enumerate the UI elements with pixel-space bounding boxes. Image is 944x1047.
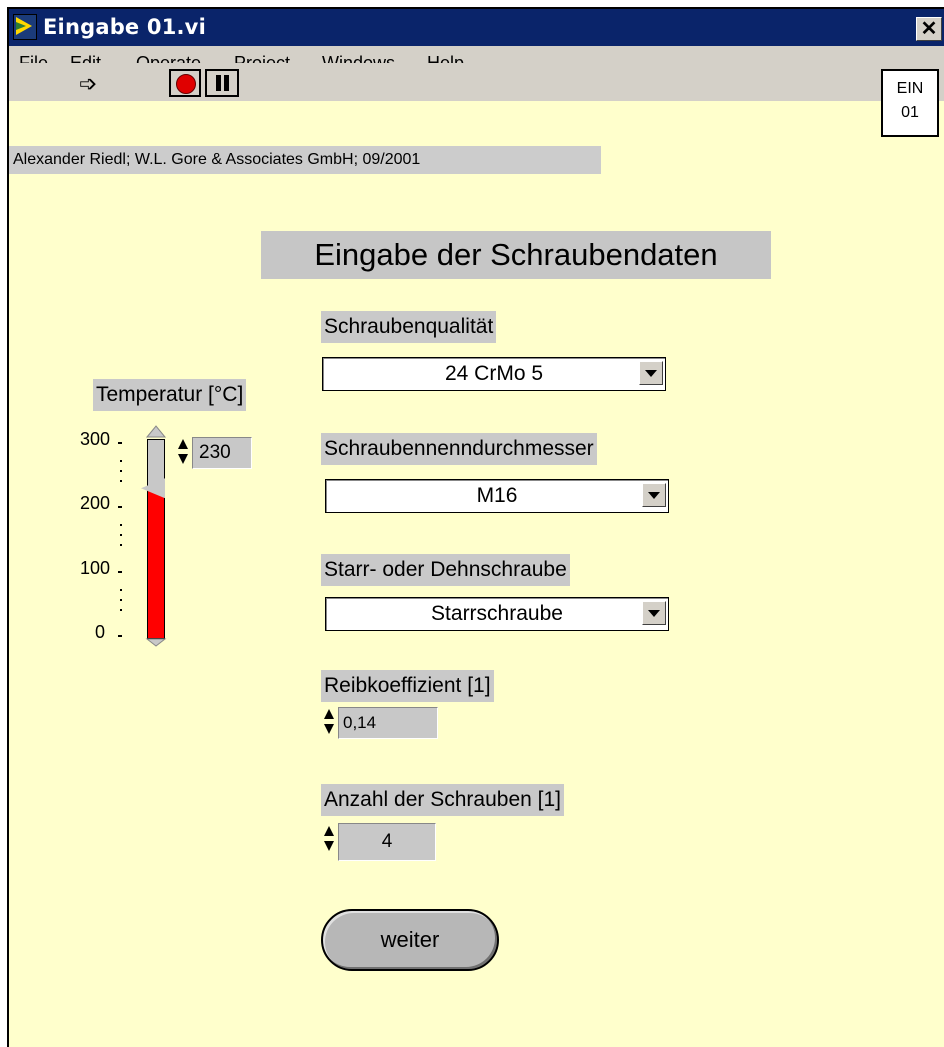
tick-mark — [118, 442, 122, 444]
temperature-increment-decrement[interactable] — [177, 437, 189, 469]
anzahl-increment-decrement[interactable] — [323, 824, 335, 862]
pause-button[interactable] — [205, 69, 239, 97]
author-label: Alexander Riedl; W.L. Gore & Associates … — [9, 146, 601, 174]
toolbar: ➩ — [9, 63, 869, 101]
tick-mark — [120, 460, 122, 462]
reibkoeffizient-label: Reibkoeffizient [1] — [321, 670, 494, 702]
schraubenart-value: Starrschraube — [431, 602, 563, 625]
temperature-tick-300: 300 — [80, 429, 111, 449]
schraubenqualitaet-label: Schraubenqualität — [321, 311, 497, 343]
durchmesser-label: Schraubennenndurchmesser — [321, 433, 597, 465]
tick-mark — [120, 589, 122, 591]
title-bar[interactable]: Eingabe 01.vi ✕ — [9, 9, 944, 46]
labview-vi-icon — [13, 14, 37, 40]
run-arrow-icon[interactable]: ➩ — [79, 71, 97, 97]
window-title: Eingabe 01.vi — [43, 15, 206, 39]
durchmesser-value: M16 — [476, 484, 518, 507]
vi-connector-icon: EIN 01 — [881, 69, 939, 137]
tick-mark — [120, 534, 122, 536]
tick-mark — [120, 470, 122, 472]
reibkoeffizient-input[interactable]: 0,14 — [338, 707, 438, 739]
anzahl-label: Anzahl der Schrauben [1] — [321, 784, 564, 816]
tick-mark — [118, 506, 122, 508]
page-title: Eingabe der Schraubendaten — [261, 231, 771, 279]
tick-mark — [120, 599, 122, 601]
abort-button[interactable] — [169, 69, 201, 97]
vi-icon-line2: 01 — [901, 104, 919, 121]
temperature-input[interactable]: 230 — [192, 437, 252, 469]
close-button[interactable]: ✕ — [916, 17, 942, 41]
chevron-down-icon[interactable] — [639, 361, 663, 385]
chevron-down-icon[interactable] — [642, 601, 666, 625]
weiter-button[interactable]: weiter — [321, 909, 499, 971]
temperature-slider-track[interactable] — [147, 439, 165, 639]
tick-mark — [120, 544, 122, 546]
temperature-tick-200: 200 — [80, 493, 111, 513]
reibkoeffizient-increment-decrement[interactable] — [323, 707, 335, 739]
durchmesser-select[interactable]: M16 — [325, 479, 669, 513]
vi-window: Eingabe 01.vi ✕ File Edit Operate Projec… — [7, 7, 944, 1047]
temperature-tick-100: 100 — [80, 558, 111, 578]
tick-mark — [118, 635, 122, 637]
tick-mark — [118, 571, 122, 573]
chevron-down-icon[interactable] — [642, 483, 666, 507]
temperature-tick-0: 0 — [95, 622, 106, 642]
tick-mark — [120, 480, 122, 482]
anzahl-input[interactable]: 4 — [338, 823, 436, 861]
temperature-label: Temperatur [°C] — [93, 379, 247, 411]
tick-mark — [120, 524, 122, 526]
tick-mark — [120, 609, 122, 611]
schraubenart-label: Starr- oder Dehnschraube — [321, 554, 570, 586]
thermometer-bottom-cap — [145, 638, 167, 647]
schraubenart-select[interactable]: Starrschraube — [325, 597, 669, 631]
schraubenqualitaet-value: 24 CrMo 5 — [444, 362, 544, 385]
schraubenqualitaet-select[interactable]: 24 CrMo 5 — [322, 357, 666, 391]
vi-icon-line1: EIN — [896, 80, 924, 97]
